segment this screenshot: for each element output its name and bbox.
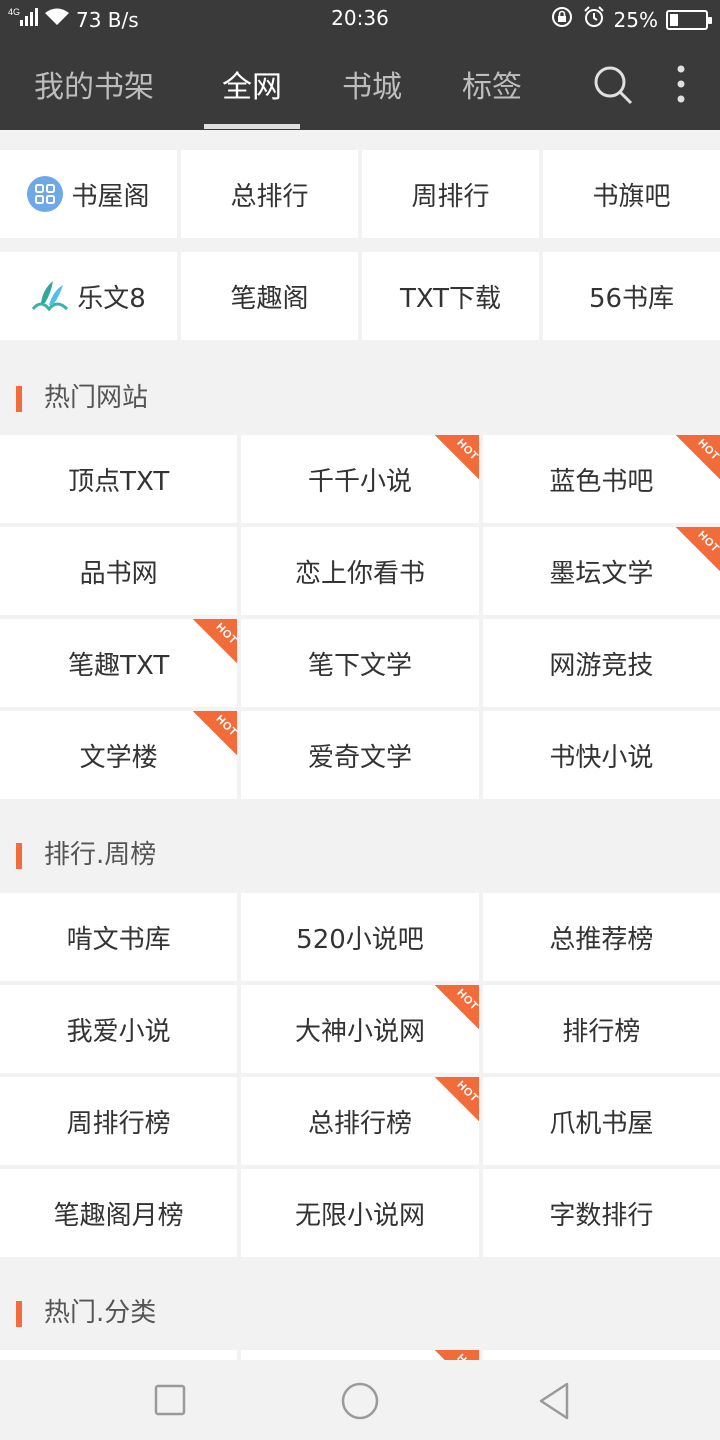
alarm-icon xyxy=(582,5,606,34)
site-item[interactable]: 爱奇文学 xyxy=(241,711,479,799)
category-item[interactable] xyxy=(0,1350,238,1360)
rank-item[interactable]: 啃文书库 xyxy=(0,893,238,981)
hot-badge: HOT xyxy=(193,711,238,755)
site-item[interactable]: 千千小说 HOT xyxy=(241,435,479,523)
rank-label: 无限小说网 xyxy=(294,1200,425,1231)
site-label: 品书网 xyxy=(79,558,158,589)
category-item[interactable]: HOT xyxy=(241,1350,479,1360)
home-icon[interactable] xyxy=(340,1381,380,1425)
site-item[interactable]: 笔下文学 xyxy=(241,619,479,707)
rank-label: 总推荐榜 xyxy=(549,924,654,955)
rank-item[interactable]: 排行榜 xyxy=(482,985,720,1073)
rank-label: 排行榜 xyxy=(562,1016,641,1047)
rank-item[interactable]: 总推荐榜 xyxy=(482,893,720,981)
battery-icon xyxy=(666,9,712,30)
site-item[interactable]: 蓝色书吧 HOT xyxy=(482,435,720,523)
status-bar: 4G 73 B/s 20:36 25% xyxy=(0,0,720,40)
rank-item[interactable]: 爪机书屋 xyxy=(482,1077,720,1165)
site-item[interactable]: 笔趣TXT HOT xyxy=(0,619,238,707)
rank-label: 520小说吧 xyxy=(296,924,424,955)
rank-item[interactable]: 无限小说网 xyxy=(241,1169,479,1257)
hot-badge: HOT xyxy=(193,619,238,663)
site-item[interactable]: 网游竞技 xyxy=(482,619,720,707)
rank-item[interactable]: 字数排行 xyxy=(482,1169,720,1257)
site-label: 爱奇文学 xyxy=(307,742,412,773)
rank-label: 啃文书库 xyxy=(66,924,171,955)
recent-apps-icon[interactable] xyxy=(153,1383,187,1421)
site-label: 笔趣TXT xyxy=(68,650,170,681)
hot-sites-grid: 顶点TXT 千千小说 HOT 蓝色书吧 HOT 品书网 恋上你看书 墨坛文学 HOT … xyxy=(0,435,720,799)
quick-link-shuwuge[interactable]: 书屋阁 xyxy=(0,150,177,238)
quick-links-grid: 书屋阁 总排行 周排行 书旗吧 乐文8 笔趣阁 TXT下载 56书库 xyxy=(0,150,720,340)
quick-link-biquge[interactable]: 笔趣阁 xyxy=(181,252,358,340)
quick-link-lewen8[interactable]: 乐文8 xyxy=(0,252,177,340)
hot-badge: HOT xyxy=(434,435,479,479)
rank-item[interactable]: 520小说吧 xyxy=(241,893,479,981)
site-label: 墨坛文学 xyxy=(549,558,654,589)
book-leaf-icon xyxy=(31,279,69,313)
site-label: 书快小说 xyxy=(549,742,654,773)
site-label: 蓝色书吧 xyxy=(549,466,654,497)
site-item[interactable]: 品书网 xyxy=(0,527,238,615)
rank-label: 总排行榜 xyxy=(307,1108,412,1139)
site-label: 笔下文学 xyxy=(307,650,412,681)
weekly-rank-grid: 啃文书库 520小说吧 总推荐榜 我爱小说 大神小说网 HOT 排行榜 周排行榜 … xyxy=(0,893,720,1257)
rank-item[interactable]: 我爱小说 xyxy=(0,985,238,1073)
rank-label: 笔趣阁月榜 xyxy=(53,1200,184,1231)
site-label: 网游竞技 xyxy=(549,650,654,681)
quick-link-week-rank[interactable]: 周排行 xyxy=(362,150,539,238)
hot-badge: HOT xyxy=(434,985,479,1029)
rank-label: 我爱小说 xyxy=(66,1016,171,1047)
quick-link-label: 书屋阁 xyxy=(71,181,150,212)
rank-label: 字数排行 xyxy=(549,1200,654,1231)
quick-link-label: 乐文8 xyxy=(77,283,146,314)
site-item[interactable]: 书快小说 xyxy=(482,711,720,799)
main-content: 书屋阁 总排行 周排行 书旗吧 乐文8 笔趣阁 TXT下载 56书库 热门网站 … xyxy=(0,130,720,1360)
top-nav: 我的书架 全网 书城 标签 xyxy=(0,40,720,130)
quick-link-total-rank[interactable]: 总排行 xyxy=(181,150,358,238)
section-title-hot-sites: 热门网站 xyxy=(0,378,720,418)
quick-link-shuqiba[interactable]: 书旗吧 xyxy=(543,150,720,238)
site-item[interactable]: 墨坛文学 HOT xyxy=(482,527,720,615)
app-header: 4G 73 B/s 20:36 25% 我的书架 全网 书城 标签 xyxy=(0,0,720,130)
more-vertical-icon[interactable] xyxy=(668,64,694,108)
battery-percent: 25% xyxy=(613,7,658,32)
category-item[interactable] xyxy=(482,1350,720,1360)
tab-bookshelf[interactable]: 我的书架 xyxy=(34,62,154,106)
quick-link-56-library[interactable]: 56书库 xyxy=(543,252,720,340)
active-tab-indicator xyxy=(204,124,300,129)
rank-item[interactable]: 大神小说网 HOT xyxy=(241,985,479,1073)
search-icon[interactable] xyxy=(592,64,634,110)
rank-label: 大神小说网 xyxy=(294,1016,425,1047)
rotation-lock-icon xyxy=(550,5,574,34)
section-title-weekly-rank: 排行.周榜 xyxy=(0,835,720,875)
site-item[interactable]: 顶点TXT xyxy=(0,435,238,523)
hot-badge: HOT xyxy=(434,1350,479,1360)
tab-whole-web[interactable]: 全网 xyxy=(222,62,282,106)
hot-badge: HOT xyxy=(434,1077,479,1121)
rank-label: 爪机书屋 xyxy=(549,1108,654,1139)
rank-item[interactable]: 周排行榜 xyxy=(0,1077,238,1165)
back-icon[interactable] xyxy=(536,1381,572,1425)
rank-item[interactable]: 总排行榜 HOT xyxy=(241,1077,479,1165)
hot-badge: HOT xyxy=(675,527,720,571)
site-item[interactable]: 恋上你看书 xyxy=(241,527,479,615)
site-label: 文学楼 xyxy=(79,742,158,773)
hot-badge: HOT xyxy=(675,435,720,479)
tab-bookstore[interactable]: 书城 xyxy=(342,62,402,106)
rank-label: 周排行榜 xyxy=(66,1108,171,1139)
site-label: 恋上你看书 xyxy=(294,558,425,589)
quick-link-txt-download[interactable]: TXT下载 xyxy=(362,252,539,340)
site-label: 千千小说 xyxy=(307,466,412,497)
system-nav-bar xyxy=(0,1360,720,1440)
rank-item[interactable]: 笔趣阁月榜 xyxy=(0,1169,238,1257)
grid-app-icon xyxy=(27,176,64,212)
site-label: 顶点TXT xyxy=(68,466,170,497)
hot-categories-grid: HOT xyxy=(0,1350,720,1360)
tab-tags[interactable]: 标签 xyxy=(462,62,522,106)
site-item[interactable]: 文学楼 HOT xyxy=(0,711,238,799)
section-title-hot-categories: 热门.分类 xyxy=(0,1293,720,1333)
